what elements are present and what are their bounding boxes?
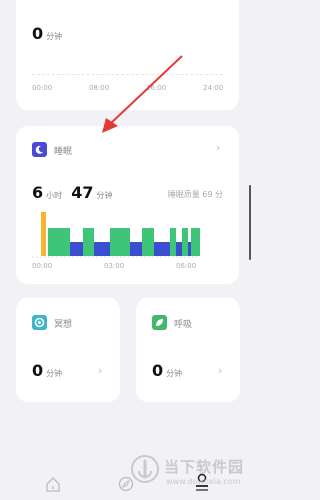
annotation-arrow bbox=[102, 55, 183, 133]
watermark-title: 当下软件园 bbox=[164, 458, 245, 476]
watermark-logo-icon bbox=[131, 455, 159, 483]
watermark: 当下软件园 www.downxia.com bbox=[130, 452, 256, 498]
watermark-url: www.downxia.com bbox=[166, 477, 241, 486]
home-icon[interactable] bbox=[45, 476, 61, 492]
